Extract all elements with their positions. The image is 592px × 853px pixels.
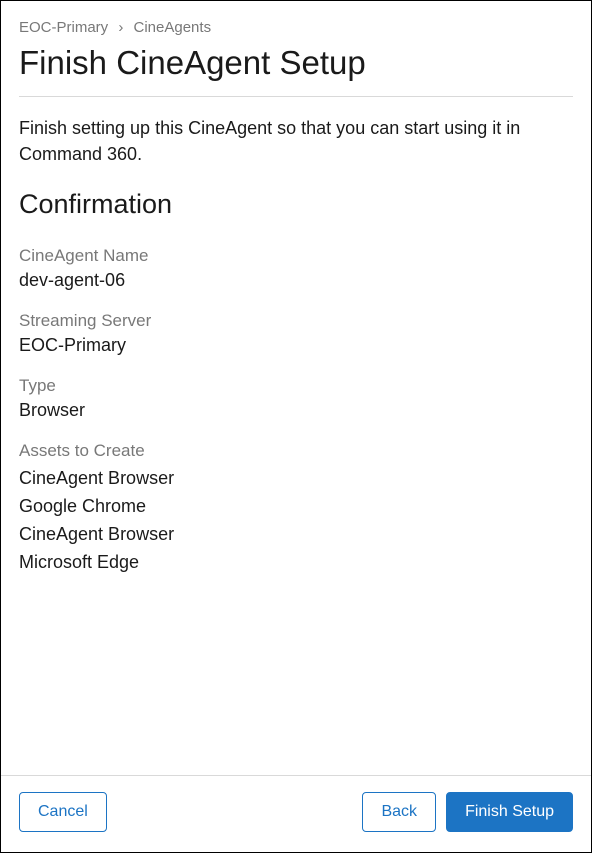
field-value: Browser — [19, 400, 573, 421]
asset-item: Microsoft Edge — [19, 549, 573, 577]
field-cineagent-name: CineAgent Name dev-agent-06 — [19, 246, 573, 291]
field-label: Streaming Server — [19, 311, 573, 331]
finish-setup-button[interactable]: Finish Setup — [446, 792, 573, 832]
section-title: Confirmation — [19, 189, 573, 220]
asset-item: Google Chrome — [19, 493, 573, 521]
breadcrumb-separator-icon: › — [118, 19, 123, 36]
main-content: EOC-Primary › CineAgents Finish CineAgen… — [1, 1, 591, 775]
field-type: Type Browser — [19, 376, 573, 421]
asset-item: CineAgent Browser — [19, 521, 573, 549]
breadcrumb-parent[interactable]: EOC-Primary — [19, 19, 108, 36]
field-label: CineAgent Name — [19, 246, 573, 266]
intro-text: Finish setting up this CineAgent so that… — [19, 115, 573, 167]
cancel-button[interactable]: Cancel — [19, 792, 107, 832]
back-button[interactable]: Back — [362, 792, 436, 832]
field-assets: Assets to Create CineAgent Browser Googl… — [19, 441, 573, 577]
breadcrumb: EOC-Primary › CineAgents — [19, 19, 573, 36]
title-divider — [19, 96, 573, 97]
asset-item: CineAgent Browser — [19, 465, 573, 493]
field-streaming-server: Streaming Server EOC-Primary — [19, 311, 573, 356]
field-value: dev-agent-06 — [19, 270, 573, 291]
breadcrumb-current[interactable]: CineAgents — [134, 19, 212, 36]
assets-list: CineAgent Browser Google Chrome CineAgen… — [19, 465, 573, 577]
footer-bar: Cancel Back Finish Setup — [1, 775, 591, 852]
field-value: EOC-Primary — [19, 335, 573, 356]
footer-right-group: Back Finish Setup — [362, 792, 573, 832]
page-title: Finish CineAgent Setup — [19, 44, 573, 82]
field-label: Type — [19, 376, 573, 396]
field-label: Assets to Create — [19, 441, 573, 461]
